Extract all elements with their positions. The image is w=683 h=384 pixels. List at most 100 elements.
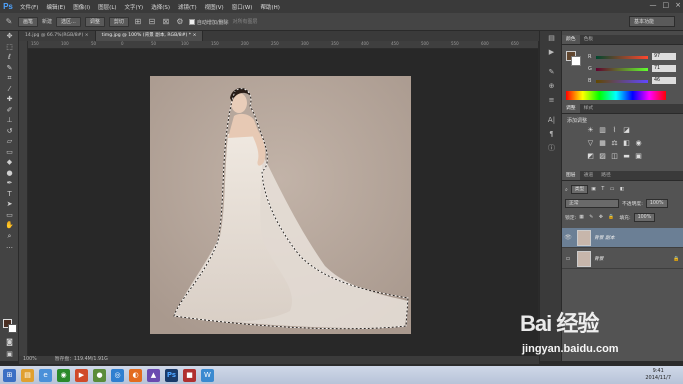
paragraph-icon[interactable]: ¶: [540, 127, 563, 141]
adjust-button[interactable]: 调整: [84, 16, 105, 27]
path-select-icon[interactable]: ➤: [0, 199, 19, 210]
gradient-tool-icon[interactable]: ▭: [0, 147, 19, 158]
qq-icon[interactable]: ◎: [111, 368, 124, 382]
brush-panel-icon[interactable]: ✎: [540, 65, 563, 79]
maximize-button[interactable]: □: [663, 1, 670, 9]
posterize-icon[interactable]: ▨: [598, 152, 607, 160]
tab-channels[interactable]: 通道: [580, 171, 598, 180]
menu-layer[interactable]: 图层(L): [94, 3, 120, 11]
gear-icon[interactable]: ⚙: [175, 17, 185, 27]
blue-value[interactable]: 46: [652, 77, 676, 84]
red-track[interactable]: [596, 56, 648, 59]
blue-slider[interactable]: B 46: [588, 77, 680, 86]
character-icon[interactable]: A|: [540, 113, 563, 127]
clone-source-icon[interactable]: ⊕: [540, 79, 563, 93]
zoom-level[interactable]: 100%: [23, 356, 37, 364]
red-slider[interactable]: R 97: [588, 53, 680, 62]
bw-icon[interactable]: ◧: [622, 139, 631, 147]
app-icon[interactable]: ◉: [57, 368, 70, 382]
threshold-icon[interactable]: ◫: [610, 152, 619, 160]
eyedropper-tool-icon[interactable]: ⁄: [0, 84, 19, 95]
eye-icon[interactable]: 👁: [562, 234, 574, 241]
healing-tool-icon[interactable]: ✚: [0, 94, 19, 105]
auto-enhance-toggle[interactable]: 自动增加/删除: [188, 18, 229, 26]
tool-presets-icon[interactable]: ≡: [540, 93, 563, 107]
vibrance-icon[interactable]: ▽: [586, 139, 595, 147]
tab-adjustments[interactable]: 调整: [562, 104, 580, 113]
exposure-icon[interactable]: ◪: [622, 126, 631, 134]
layer-row-background[interactable]: ▫ 背景 🔒: [562, 249, 683, 269]
selectivecolor-icon[interactable]: ▣: [634, 152, 643, 160]
subtract-selection-icon[interactable]: ⊟: [147, 17, 157, 27]
minimize-button[interactable]: —: [650, 1, 657, 9]
tab-color[interactable]: 颜色: [562, 35, 580, 44]
start-icon[interactable]: ⊞: [3, 368, 16, 382]
menu-select[interactable]: 选择(S): [147, 3, 174, 11]
menu-help[interactable]: 帮助(H): [256, 3, 283, 11]
all-layers-toggle[interactable]: 对所有图层: [233, 18, 258, 25]
selection-button[interactable]: 选区...: [56, 16, 81, 27]
gradientmap-icon[interactable]: ▬: [622, 152, 631, 160]
hand-tool-icon[interactable]: ✋: [0, 220, 19, 231]
cut-button[interactable]: 剪切: [108, 16, 129, 27]
color-spectrum[interactable]: [566, 91, 666, 100]
pen-tool-icon[interactable]: ✒: [0, 178, 19, 189]
menu-edit[interactable]: 编辑(E): [42, 3, 69, 11]
close-button[interactable]: ×: [675, 1, 681, 9]
workspace-select[interactable]: 基本功能: [629, 16, 675, 27]
blend-mode-select[interactable]: 正常: [565, 199, 619, 208]
info-icon[interactable]: ⓘ: [540, 141, 563, 155]
blue-track[interactable]: [596, 80, 648, 83]
invert-icon[interactable]: ◩: [586, 152, 595, 160]
background-color-chip[interactable]: [571, 56, 581, 66]
green-slider[interactable]: G 71: [588, 65, 680, 74]
menu-filter[interactable]: 滤镜(T): [174, 3, 201, 11]
tab-layers[interactable]: 图层: [562, 171, 580, 180]
opacity-input[interactable]: 100%: [645, 199, 668, 208]
color-swatches[interactable]: [3, 319, 17, 333]
hue-icon[interactable]: ▦: [598, 139, 607, 147]
tab-paths[interactable]: 路径: [597, 171, 615, 180]
firefox-icon[interactable]: ◐: [129, 368, 142, 382]
type-tool-icon[interactable]: T: [0, 189, 19, 200]
brush-tool-icon[interactable]: ✐: [0, 105, 19, 116]
marquee-tool-icon[interactable]: ⬚: [0, 42, 19, 53]
dodge-tool-icon[interactable]: ●: [0, 168, 19, 179]
photoshop-taskbar-icon[interactable]: Ps: [165, 368, 178, 382]
more-tools-icon[interactable]: …: [0, 241, 19, 252]
quick-selection-icon[interactable]: ✎: [4, 17, 14, 27]
browser-icon[interactable]: e: [39, 368, 52, 382]
mode-select[interactable]: 画笔: [18, 16, 39, 27]
actions-icon[interactable]: ▶: [540, 45, 563, 59]
move-tool-icon[interactable]: ✥: [0, 31, 19, 42]
add-selection-icon[interactable]: ⊞: [133, 17, 143, 27]
filter-type-icons[interactable]: ▣ T ▭ ◧: [591, 187, 626, 192]
stamp-tool-icon[interactable]: ⊥: [0, 115, 19, 126]
menu-view[interactable]: 视图(V): [201, 3, 228, 11]
lasso-tool-icon[interactable]: ℓ: [0, 52, 19, 63]
zoom-tool-icon[interactable]: ⌕: [0, 231, 19, 242]
tab-styles[interactable]: 样式: [580, 104, 598, 113]
layer-row-background-copy[interactable]: 👁 背景 副本: [562, 228, 683, 248]
blur-tool-icon[interactable]: ◆: [0, 157, 19, 168]
intersect-selection-icon[interactable]: ⊠: [161, 17, 171, 27]
auto-enhance-checkbox[interactable]: [188, 18, 195, 25]
background-color-swatch[interactable]: [8, 324, 17, 333]
word-icon[interactable]: W: [201, 368, 214, 382]
red-value[interactable]: 97: [652, 53, 676, 60]
tab-swatches[interactable]: 色板: [580, 35, 598, 44]
lock-icons[interactable]: ▦ ✎ ✥ 🔒: [579, 215, 616, 220]
menu-file[interactable]: 文件(F): [16, 3, 42, 11]
layer-name[interactable]: 背景 副本: [594, 234, 683, 241]
brightness-icon[interactable]: ☀: [586, 126, 595, 134]
menu-image[interactable]: 图像(I): [69, 3, 94, 11]
quick-select-tool-icon[interactable]: ✎: [0, 63, 19, 74]
green-value[interactable]: 71: [652, 65, 676, 72]
media-icon[interactable]: ▶: [75, 368, 88, 382]
menu-window[interactable]: 窗口(W): [228, 3, 257, 11]
layer-name[interactable]: 背景: [594, 255, 673, 262]
fill-input[interactable]: 100%: [633, 213, 656, 222]
menu-type[interactable]: 文字(Y): [121, 3, 148, 11]
quick-mask-icon[interactable]: ◙: [0, 337, 19, 348]
chat-icon[interactable]: ●: [93, 368, 106, 382]
